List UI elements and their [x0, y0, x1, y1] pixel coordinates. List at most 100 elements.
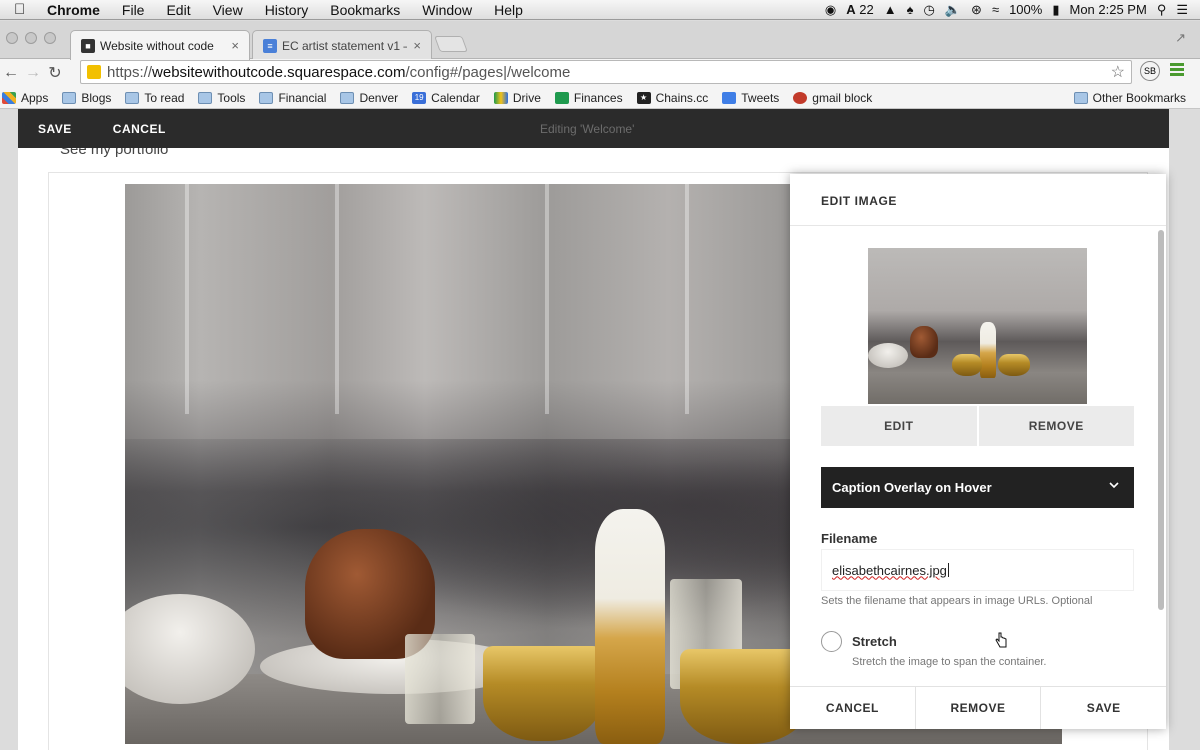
battery-icon[interactable]: ▮	[1052, 2, 1059, 18]
stretch-label[interactable]: Stretch	[852, 634, 897, 649]
text-caret	[947, 563, 949, 577]
bookmark-gmail-block[interactable]: gmail block	[793, 91, 872, 105]
editor-save-button[interactable]: SAVE	[38, 122, 72, 136]
bookmark-chains-cc[interactable]: ★ Chains.cc	[636, 90, 709, 105]
caption-style-select[interactable]: Caption Overlay on Hover	[821, 467, 1134, 508]
menu-bookmarks[interactable]: Bookmarks	[319, 2, 411, 18]
bookmark-label: Calendar	[431, 90, 480, 105]
close-tab-icon[interactable]: ×	[413, 38, 421, 53]
caption-style-value: Caption Overlay on Hover	[832, 480, 992, 495]
back-icon[interactable]: ←	[0, 64, 22, 82]
clock[interactable]: Mon 2:25 PM	[1069, 2, 1146, 17]
gold-bowl	[952, 354, 982, 376]
bookmark-blogs[interactable]: Blogs	[62, 91, 111, 105]
bookmark-other-bookmarks[interactable]: Other Bookmarks	[1073, 91, 1186, 105]
remove-image-button[interactable]: REMOVE	[978, 406, 1134, 446]
forward-icon[interactable]: →	[22, 64, 44, 82]
bookmark-apps[interactable]: Apps	[2, 91, 48, 105]
bookmark-label: Chains.cc	[655, 90, 709, 105]
notification-bell-icon[interactable]: ♠	[907, 2, 914, 17]
drive-icon	[493, 91, 508, 104]
wall-seam	[685, 184, 689, 414]
extension-sb-button[interactable]: SB	[1140, 61, 1160, 81]
folder-icon	[340, 91, 355, 104]
tab-website-without-code[interactable]: ■ Website without code ×	[70, 30, 250, 60]
small-glass	[405, 634, 475, 724]
editor-bar: SAVE CANCEL Editing 'Welcome'	[18, 109, 1169, 148]
reload-icon[interactable]: ↻	[44, 63, 66, 83]
google-docs-favicon-icon: ≡	[263, 38, 277, 53]
panel-remove-button[interactable]: REMOVE	[916, 687, 1042, 729]
stretch-radio[interactable]	[821, 631, 842, 652]
zoom-window-icon[interactable]	[44, 32, 56, 44]
clay-jar	[910, 326, 938, 358]
portfolio-link[interactable]: See my portfolio	[60, 148, 168, 158]
time-machine-icon[interactable]: ◷	[924, 2, 935, 18]
menu-window[interactable]: Window	[411, 2, 483, 18]
bookmark-financial[interactable]: Financial	[259, 91, 326, 105]
filename-input[interactable]: elisabethcairnes.jpg	[821, 549, 1134, 591]
panel-title: EDIT IMAGE	[821, 194, 898, 208]
panel-save-button[interactable]: SAVE	[1041, 687, 1166, 729]
apple-menu-icon[interactable]: 	[14, 1, 36, 18]
chrome-menu-icon[interactable]	[1170, 63, 1184, 77]
tab-ec-artist-statement[interactable]: ≡ EC artist statement v1 – Go ×	[252, 30, 432, 60]
adobe-count: 22	[859, 2, 874, 17]
new-tab-button[interactable]	[434, 36, 468, 52]
panel-cancel-button[interactable]: CANCEL	[790, 687, 916, 729]
security-warning-icon[interactable]	[87, 65, 101, 79]
stretch-help: Stretch the image to span the container.	[852, 656, 1047, 668]
edit-image-panel: EDIT IMAGE EDIT REMOVE Caption Overlay o…	[790, 174, 1166, 729]
bookmark-label: Apps	[21, 90, 49, 105]
editor-cancel-button[interactable]: CANCEL	[113, 122, 166, 136]
gold-bowl	[483, 646, 603, 741]
panel-header: EDIT IMAGE	[790, 174, 1166, 226]
tab-title: EC artist statement v1 – Go	[282, 38, 407, 53]
menu-edit[interactable]: Edit	[155, 2, 201, 18]
close-window-icon[interactable]	[6, 32, 18, 44]
bookmark-finances[interactable]: Finances	[554, 91, 623, 105]
menu-help[interactable]: Help	[483, 2, 534, 18]
bluetooth-icon[interactable]: ⊛	[971, 2, 982, 18]
sheets-icon	[554, 91, 569, 104]
bookmark-label: Tweets	[741, 90, 780, 105]
bookmark-label: gmail block	[812, 90, 873, 105]
menu-file[interactable]: File	[111, 2, 156, 18]
app-menu-chrome[interactable]: Chrome	[36, 2, 111, 18]
menu-history[interactable]: History	[254, 2, 320, 18]
adobe-icon[interactable]: A 22	[846, 2, 873, 17]
panel-scrollbar[interactable]	[1156, 226, 1166, 686]
folder-icon	[1073, 91, 1088, 104]
fullscreen-icon[interactable]: ↗	[1175, 30, 1186, 46]
bookmark-tweets[interactable]: Tweets	[722, 91, 779, 105]
minimize-window-icon[interactable]	[25, 32, 37, 44]
record-icon[interactable]: ◉	[825, 2, 836, 18]
spotlight-search-icon[interactable]: ⚲	[1157, 2, 1167, 18]
wifi-icon[interactable]: ≈	[992, 2, 999, 17]
notification-center-icon[interactable]: ☰	[1176, 2, 1188, 18]
bookmark-star-icon[interactable]: ☆	[1111, 62, 1125, 82]
image-actions: EDIT REMOVE	[821, 406, 1134, 446]
close-tab-icon[interactable]: ×	[231, 38, 239, 53]
evernote-icon[interactable]: ▲	[884, 2, 897, 17]
bookmarks-bar: Apps Blogs To read Tools Financial Denver 19 Ca…	[0, 87, 1200, 109]
wall-seam	[185, 184, 189, 414]
panel-footer: CANCEL REMOVE SAVE	[790, 686, 1166, 729]
bookmark-tools[interactable]: Tools	[198, 91, 245, 105]
tab-title: Website without code	[100, 38, 214, 53]
bookmark-label: Denver	[359, 90, 399, 105]
bookmark-label: Drive	[512, 90, 541, 105]
battery-percent[interactable]: 100%	[1009, 2, 1042, 17]
menu-view[interactable]: View	[202, 2, 254, 18]
filename-label: Filename	[821, 531, 878, 546]
bookmark-drive[interactable]: Drive	[493, 90, 541, 105]
bookmark-denver[interactable]: Denver	[340, 91, 398, 105]
edit-image-button[interactable]: EDIT	[821, 406, 977, 446]
scrollbar-thumb[interactable]	[1158, 230, 1164, 610]
address-bar[interactable]: https://websitewithoutcode.squarespace.c…	[80, 60, 1132, 84]
bookmark-to-read[interactable]: To read	[125, 91, 184, 105]
volume-icon[interactable]: 🔈	[945, 2, 961, 18]
browser-toolbar: ← → ↻ https://websitewithoutcode.squares…	[0, 59, 1200, 87]
chains-icon: ★	[636, 91, 651, 104]
bookmark-calendar[interactable]: 19 Calendar	[412, 91, 480, 105]
